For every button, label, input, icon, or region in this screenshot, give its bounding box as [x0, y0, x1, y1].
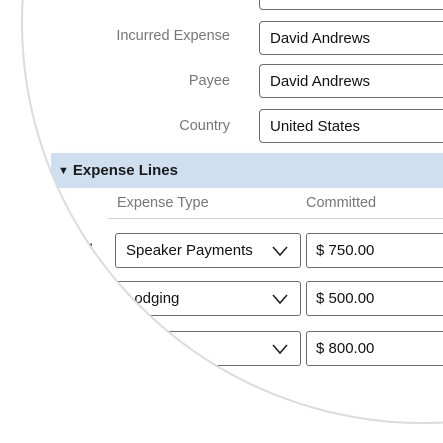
chevron-down-icon [272, 294, 288, 305]
row-2-committed-value: $ 500.00 [316, 290, 375, 307]
row-3-expense-type-value: Travel [126, 340, 168, 357]
remove-row-3-button[interactable] [54, 336, 81, 363]
row-3-expense-type-select[interactable]: Travel [115, 331, 301, 366]
remove-row-2-button[interactable] [54, 286, 81, 313]
previous-field[interactable] [259, 0, 443, 10]
remove-row-icon [61, 298, 74, 301]
add-lines-button-label: Add 5 Lines [87, 388, 167, 405]
chevron-down-icon [272, 246, 288, 257]
expense-lines-title: Expense Lines [72, 162, 178, 179]
row-2-committed-field[interactable]: $ 500.00 [306, 281, 443, 316]
incurred-expense-field[interactable]: David Andrews [259, 21, 443, 55]
chevron-down-icon [272, 344, 288, 355]
country-value: United States [270, 117, 361, 135]
row-1-number: 1 [87, 240, 95, 256]
row-1-committed-value: $ 750.00 [316, 242, 375, 259]
header-divider [108, 218, 443, 219]
remove-row-1-button[interactable] [54, 238, 81, 265]
column-header-expense-type: Expense Type [117, 195, 209, 211]
row-3-number: 3 [87, 339, 95, 355]
country-label: Country [179, 118, 230, 134]
screen: Incurred Expense David Andrews Payee Dav… [0, 0, 443, 443]
add-lines-button[interactable]: Add 5 Lines [40, 380, 187, 413]
row-1-committed-field[interactable]: $ 750.00 [306, 233, 443, 268]
payee-label: Payee [188, 73, 230, 89]
expense-lines-section-header[interactable]: ▼ Expense Lines [51, 153, 443, 188]
payee-field[interactable]: David Andrews [259, 64, 443, 98]
row-3-committed-field[interactable]: $ 800.00 [306, 331, 443, 366]
triangle-down-icon: ▼ [58, 164, 69, 177]
remove-row-icon [61, 250, 74, 253]
remove-row-icon [61, 348, 74, 351]
row-3-committed-value: $ 800.00 [316, 340, 375, 357]
incurred-expense-value: David Andrews [270, 29, 371, 47]
row-2-expense-type-value: Lodging [126, 290, 180, 307]
column-header-committed: Committed [306, 195, 377, 211]
payee-value: David Andrews [270, 72, 371, 90]
row-2-number: 2 [87, 289, 95, 305]
row-1-expense-type-select[interactable]: Speaker Payments [115, 233, 301, 268]
country-field[interactable]: United States [259, 109, 443, 143]
row-1-expense-type-value: Speaker Payments [126, 242, 253, 259]
row-2-expense-type-select[interactable]: Lodging [115, 281, 301, 316]
incurred-expense-label: Incurred Expense [116, 28, 230, 44]
